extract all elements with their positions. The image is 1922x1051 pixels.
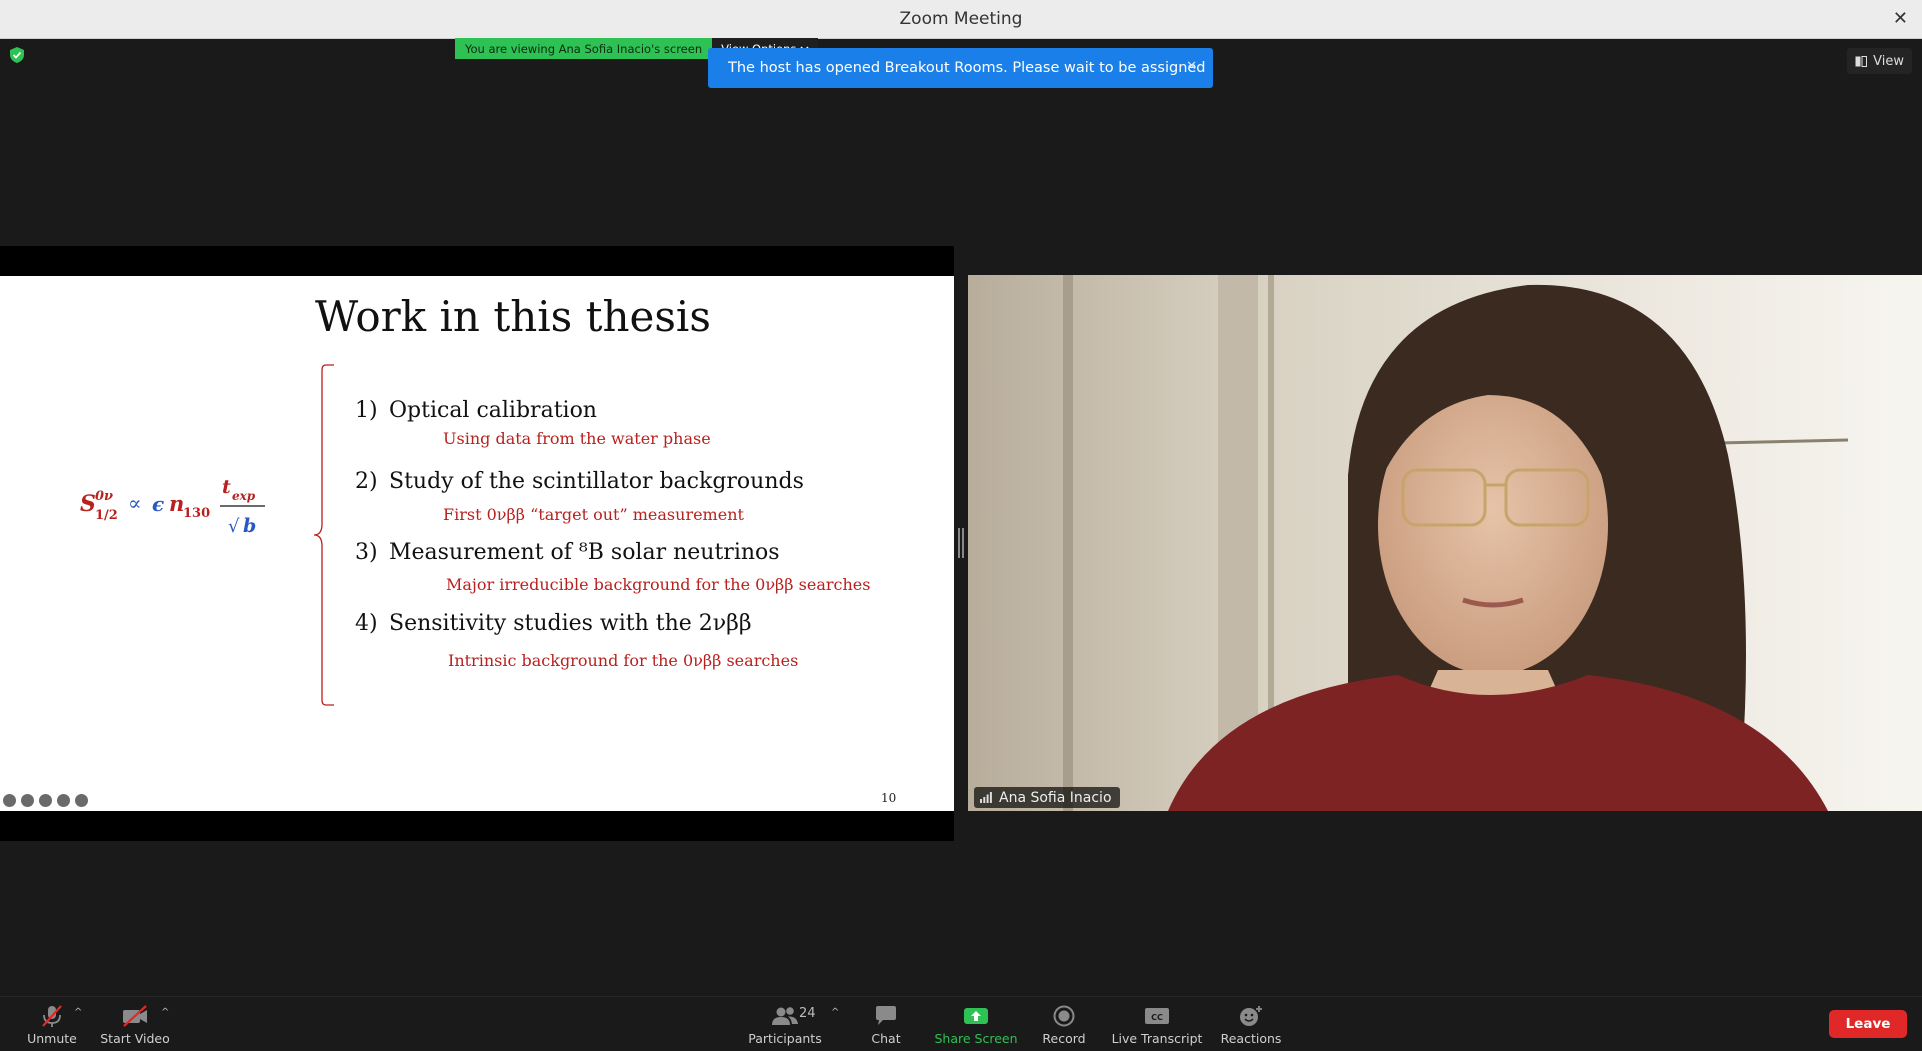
view-layout-button[interactable]: View: [1847, 48, 1912, 74]
share-screen-button[interactable]: Share Screen: [931, 997, 1021, 1051]
slide-page-number: 10: [881, 791, 897, 805]
previous-slide-icon[interactable]: [3, 794, 16, 807]
start-video-label: Start Video: [100, 1031, 170, 1046]
next-slide-icon[interactable]: [75, 794, 88, 807]
captions-icon[interactable]: [39, 794, 52, 807]
participant-video: [968, 275, 1922, 811]
slide-title: Work in this thesis: [315, 292, 711, 341]
item-subtitle: Using data from the water phase: [443, 429, 711, 448]
record-label: Record: [1042, 1031, 1086, 1046]
title-bar: Zoom Meeting ✕: [0, 0, 1922, 39]
svg-text:130: 130: [183, 506, 210, 521]
close-icon[interactable]: ✕: [1893, 8, 1908, 29]
audio-options-caret[interactable]: ^: [74, 1007, 82, 1018]
chat-label: Chat: [871, 1031, 901, 1046]
reactions-icon: [1240, 1006, 1262, 1026]
item-number: 4): [355, 611, 378, 636]
svg-text:∝: ∝: [128, 491, 142, 515]
slide-list-item: 1) Optical calibration: [355, 398, 597, 423]
svg-text:b: b: [243, 515, 256, 537]
svg-text:0ν: 0ν: [95, 489, 113, 504]
meeting-toolbar: Unmute ^ Start Video ^ Participants 24 ^…: [0, 996, 1922, 1051]
slide-list-item: 2) Study of the scintillator backgrounds: [355, 469, 804, 494]
video-off-icon: [123, 1005, 147, 1027]
viewing-screen-text: You are viewing Ana Sofia Inacio's scree…: [465, 41, 703, 56]
item-subtitle: Major irreducible background for the 0νβ…: [446, 575, 871, 594]
window-title: Zoom Meeting: [899, 9, 1023, 29]
pen-icon[interactable]: [21, 794, 34, 807]
shared-screen: Work in this thesis S 0ν 1/2 ∝ ϵ n 130 t…: [0, 246, 954, 841]
chat-icon: [876, 1006, 896, 1025]
closed-captions-icon: CC: [1145, 1008, 1169, 1024]
reactions-label: Reactions: [1220, 1031, 1282, 1046]
video-options-caret[interactable]: ^: [161, 1007, 169, 1018]
participant-count: 24: [799, 1006, 816, 1021]
signal-strength-icon: [980, 792, 992, 803]
leave-button[interactable]: Leave: [1829, 1010, 1907, 1038]
presentation-slide: Work in this thesis S 0ν 1/2 ∝ ϵ n 130 t…: [0, 276, 954, 811]
participant-name: Ana Sofia Inacio: [999, 789, 1112, 806]
participants-options-caret[interactable]: ^: [831, 1007, 839, 1018]
svg-text:1/2: 1/2: [95, 508, 118, 523]
close-notification-icon[interactable]: ✕: [1186, 59, 1197, 74]
left-brace: [313, 364, 334, 706]
item-text: Measurement of ⁸B solar neutrinos: [389, 540, 780, 565]
svg-text:√: √: [228, 516, 240, 537]
item-subtitle: Intrinsic background for the 0νββ search…: [448, 651, 799, 670]
participants-label: Participants: [748, 1031, 822, 1046]
unmute-button[interactable]: Unmute: [22, 997, 82, 1051]
share-screen-label: Share Screen: [934, 1031, 1018, 1046]
svg-text:CC: CC: [1151, 1013, 1163, 1022]
svg-text:t: t: [222, 476, 231, 498]
live-transcript-label: Live Transcript: [1111, 1031, 1203, 1046]
slide-list-item: 4) Sensitivity studies with the 2νββ: [355, 611, 752, 636]
slide-list-item: 3) Measurement of ⁸B solar neutrinos: [355, 540, 780, 565]
security-shield-icon[interactable]: [10, 47, 24, 63]
item-number: 1): [355, 398, 378, 423]
breakout-notification-text: The host has opened Breakout Rooms. Plea…: [728, 60, 1206, 76]
item-text: Optical calibration: [389, 398, 597, 423]
svg-text:S: S: [80, 491, 96, 517]
muted-microphone-icon: [42, 1005, 62, 1027]
live-transcript-button[interactable]: CC Live Transcript: [1107, 997, 1207, 1051]
svg-text:ϵ: ϵ: [152, 492, 164, 516]
unmute-label: Unmute: [27, 1031, 77, 1046]
item-subtitle: First 0νββ “target out” measurement: [443, 505, 744, 524]
share-screen-icon: [964, 1008, 988, 1024]
svg-text:n: n: [169, 491, 184, 516]
item-text: Sensitivity studies with the 2νββ: [389, 611, 752, 636]
item-number: 3): [355, 540, 378, 565]
more-icon[interactable]: [57, 794, 70, 807]
chat-button[interactable]: Chat: [856, 997, 916, 1051]
reactions-button[interactable]: Reactions: [1216, 997, 1286, 1051]
participants-icon: [772, 1007, 798, 1025]
item-text: Study of the scintillator backgrounds: [389, 469, 804, 494]
split-resize-handle[interactable]: [958, 528, 964, 558]
record-icon: [1053, 1005, 1075, 1027]
svg-text:exp: exp: [232, 489, 256, 503]
sensitivity-formula: S 0ν 1/2 ∝ ϵ n 130 t exp √ b: [80, 476, 265, 537]
record-button[interactable]: Record: [1034, 997, 1094, 1051]
slide-controls: [3, 794, 88, 807]
layout-icon: [1855, 55, 1868, 67]
breakout-rooms-notification: The host has opened Breakout Rooms. Plea…: [708, 48, 1213, 88]
start-video-button[interactable]: Start Video: [95, 997, 175, 1051]
view-label: View: [1873, 53, 1904, 69]
participant-name-tag: Ana Sofia Inacio: [974, 787, 1120, 808]
item-number: 2): [355, 469, 378, 494]
